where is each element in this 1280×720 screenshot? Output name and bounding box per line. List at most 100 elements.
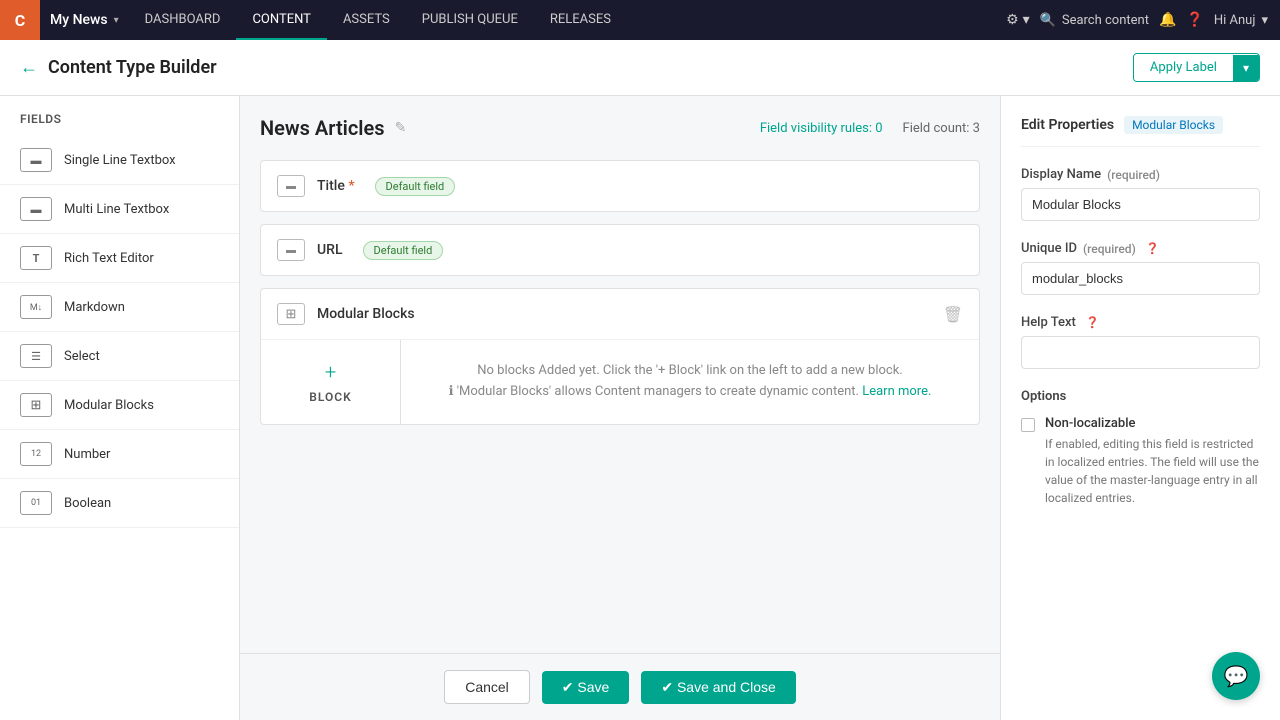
url-field-row: ▬ URL Default field bbox=[260, 224, 980, 276]
number-icon: 12 bbox=[20, 442, 52, 466]
type-tag: Modular Blocks bbox=[1124, 116, 1223, 134]
options-section: Options Non-localizable If enabled, edit… bbox=[1021, 389, 1260, 507]
center-footer: Cancel ✔ Save ✔ Save and Close bbox=[240, 653, 1000, 720]
apply-label-button[interactable]: Apply Label ▾ bbox=[1133, 53, 1260, 82]
fields-sidebar: Fields ▬ Single Line Textbox ▬ Multi Lin… bbox=[0, 96, 240, 720]
title-field-icon: ▬ bbox=[277, 175, 305, 197]
main-layout: Fields ▬ Single Line Textbox ▬ Multi Lin… bbox=[0, 96, 1280, 720]
save-button[interactable]: ✔ Save bbox=[542, 671, 630, 704]
delete-modular-blocks-button[interactable]: 🗑 bbox=[943, 305, 963, 324]
title-row: News Articles ✎ bbox=[260, 116, 406, 140]
unique-id-label: Unique ID (required) ❓ bbox=[1021, 241, 1260, 256]
edit-title-icon[interactable]: ✎ bbox=[395, 120, 407, 136]
sidebar-item-label: Multi Line Textbox bbox=[64, 202, 169, 217]
back-button[interactable]: ← bbox=[20, 57, 38, 78]
title-field-row: ▬ Title * Default field bbox=[260, 160, 980, 212]
brand-chevron: ▾ bbox=[114, 15, 119, 26]
sidebar-header: Fields bbox=[0, 96, 239, 136]
sidebar-item-multi-line[interactable]: ▬ Multi Line Textbox bbox=[0, 185, 239, 234]
brand-logo: C bbox=[0, 0, 40, 40]
non-localizable-checkbox[interactable] bbox=[1021, 418, 1035, 432]
modular-blocks-field-name: Modular Blocks bbox=[317, 306, 415, 322]
url-default-badge: Default field bbox=[363, 241, 444, 260]
help-text-label: Help Text ❓ bbox=[1021, 315, 1260, 330]
url-field-icon: ▬ bbox=[277, 239, 305, 261]
blocks-empty-msg: No blocks Added yet. Click the '+ Block'… bbox=[477, 361, 902, 382]
gear-chevron: ▾ bbox=[1023, 12, 1030, 28]
user-label: Hi Anuj bbox=[1214, 13, 1256, 28]
learn-more-link[interactable]: Learn more. bbox=[862, 384, 931, 399]
sidebar-item-label: Select bbox=[64, 349, 100, 364]
sidebar-item-markdown[interactable]: M↓ Markdown bbox=[0, 283, 239, 332]
sidebar-item-label: Single Line Textbox bbox=[64, 153, 176, 168]
nav-assets[interactable]: ASSETS bbox=[327, 0, 406, 40]
save-close-button[interactable]: ✔ Save and Close bbox=[641, 671, 795, 704]
right-panel-header: Edit Properties Modular Blocks bbox=[1021, 116, 1260, 147]
edit-props-title: Edit Properties bbox=[1021, 117, 1114, 133]
unique-id-input[interactable] bbox=[1021, 262, 1260, 295]
settings-area[interactable]: ⚙ ▾ bbox=[1006, 12, 1030, 28]
apply-label-text: Apply Label bbox=[1134, 54, 1233, 81]
non-localizable-desc: If enabled, editing this field is restri… bbox=[1045, 435, 1260, 507]
center-panel: News Articles ✎ Field visibility rules: … bbox=[240, 96, 1000, 720]
sidebar-item-label: Boolean bbox=[64, 496, 111, 511]
sidebar-item-label: Number bbox=[64, 447, 110, 462]
center-inner: News Articles ✎ Field visibility rules: … bbox=[240, 96, 1000, 653]
sidebar-item-number[interactable]: 12 Number bbox=[0, 430, 239, 479]
sidebar-item-single-line[interactable]: ▬ Single Line Textbox bbox=[0, 136, 239, 185]
rich-text-icon: T bbox=[20, 246, 52, 270]
content-type-title: News Articles bbox=[260, 116, 385, 140]
help-icon[interactable]: ❓ bbox=[1186, 12, 1203, 28]
search-icon: 🔍 bbox=[1040, 13, 1056, 28]
help-text-help-icon: ❓ bbox=[1086, 316, 1100, 329]
user-chevron: ▾ bbox=[1261, 13, 1268, 28]
page-title: Content Type Builder bbox=[48, 57, 217, 78]
user-menu[interactable]: Hi Anuj ▾ bbox=[1214, 13, 1268, 28]
sidebar-item-rich-text[interactable]: T Rich Text Editor bbox=[0, 234, 239, 283]
nav-publish-queue[interactable]: PUBLISH QUEUE bbox=[406, 0, 534, 40]
help-text-section: Help Text ❓ bbox=[1021, 315, 1260, 369]
display-name-label: Display Name (required) bbox=[1021, 167, 1260, 182]
cancel-button[interactable]: Cancel bbox=[444, 670, 530, 704]
topnav-right: ⚙ ▾ 🔍 Search content 🔔 ❓ Hi Anuj ▾ bbox=[1006, 12, 1280, 28]
multi-line-icon: ▬ bbox=[20, 197, 52, 221]
block-label: BLOCK bbox=[309, 390, 351, 404]
chat-button[interactable]: 💬 bbox=[1212, 652, 1260, 700]
markdown-icon: M↓ bbox=[20, 295, 52, 319]
sidebar-item-select[interactable]: ☰ Select bbox=[0, 332, 239, 381]
brand-name[interactable]: My News ▾ bbox=[40, 12, 129, 28]
nav-dashboard[interactable]: DASHBOARD bbox=[129, 0, 237, 40]
title-field-name: Title * bbox=[317, 178, 355, 194]
url-field-name: URL bbox=[317, 242, 343, 258]
brand-text: My News bbox=[50, 12, 108, 28]
options-title: Options bbox=[1021, 389, 1260, 404]
add-block-button[interactable]: + BLOCK bbox=[261, 340, 401, 424]
topnav: C My News ▾ DASHBOARD CONTENT ASSETS PUB… bbox=[0, 0, 1280, 40]
help-text-input[interactable] bbox=[1021, 336, 1260, 369]
unique-id-help-icon: ❓ bbox=[1146, 242, 1160, 255]
modular-blocks-field-icon: ⊞ bbox=[277, 303, 305, 325]
apply-label-chevron: ▾ bbox=[1233, 55, 1259, 81]
right-panel: Edit Properties Modular Blocks Display N… bbox=[1000, 96, 1280, 720]
field-count: Field count: 3 bbox=[903, 121, 980, 136]
nav-releases[interactable]: RELEASES bbox=[534, 0, 627, 40]
notifications-icon[interactable]: 🔔 bbox=[1159, 12, 1176, 28]
display-name-input[interactable] bbox=[1021, 188, 1260, 221]
sidebar-item-label: Markdown bbox=[64, 300, 125, 315]
sidebar-item-boolean[interactable]: 01 Boolean bbox=[0, 479, 239, 528]
modular-blocks-body: + BLOCK No blocks Added yet. Click the '… bbox=[261, 340, 979, 424]
sidebar-item-modular-blocks[interactable]: ⊞ Modular Blocks bbox=[0, 381, 239, 430]
modular-blocks-field-row: ⊞ Modular Blocks 🗑 + BLOCK No blocks Add… bbox=[260, 288, 980, 425]
content-type-header: News Articles ✎ Field visibility rules: … bbox=[260, 116, 980, 140]
subheader: ← Content Type Builder Apply Label ▾ bbox=[0, 40, 1280, 96]
sidebar-item-label: Rich Text Editor bbox=[64, 251, 154, 266]
nav-content[interactable]: CONTENT bbox=[236, 0, 327, 40]
modular-blocks-icon: ⊞ bbox=[20, 393, 52, 417]
visibility-rules[interactable]: Field visibility rules: 0 bbox=[760, 121, 883, 136]
search-area[interactable]: 🔍 Search content bbox=[1040, 13, 1149, 28]
boolean-icon: 01 bbox=[20, 491, 52, 515]
header-stats: Field visibility rules: 0 Field count: 3 bbox=[760, 121, 980, 136]
title-default-badge: Default field bbox=[375, 177, 456, 196]
plus-icon: + bbox=[325, 360, 336, 384]
non-localizable-option: Non-localizable If enabled, editing this… bbox=[1021, 416, 1260, 507]
